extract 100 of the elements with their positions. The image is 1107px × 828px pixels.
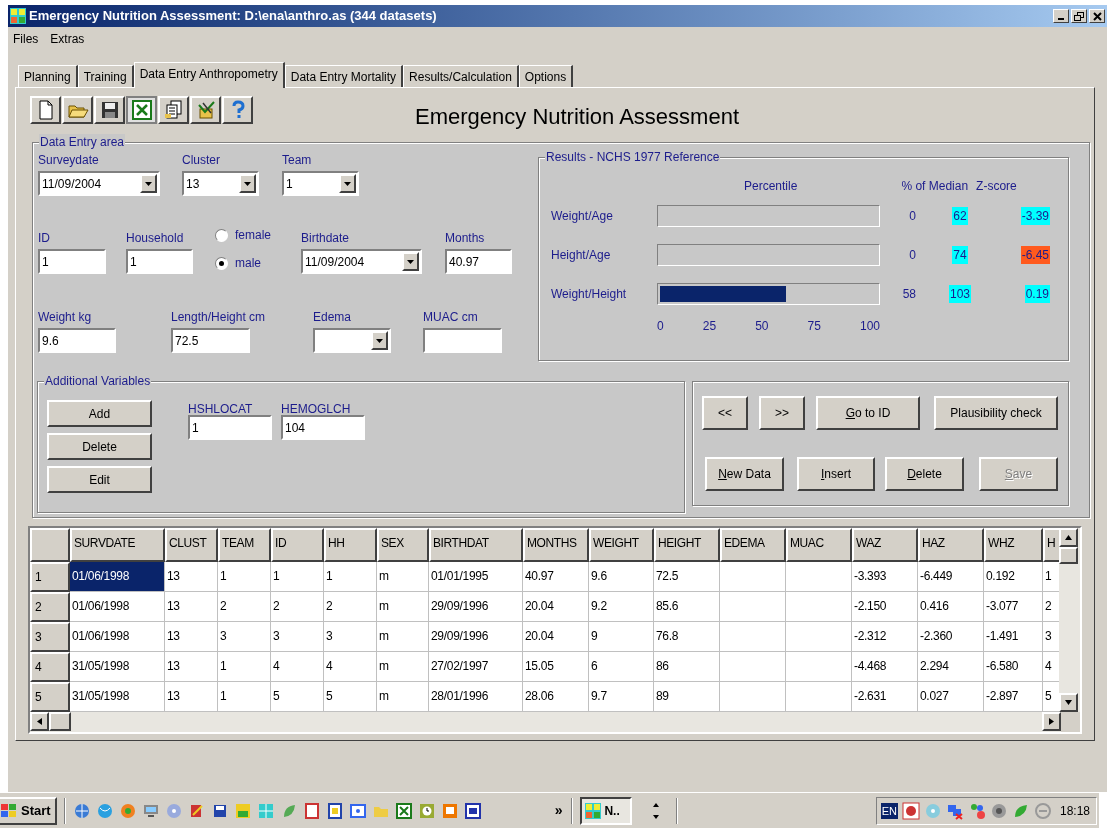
menu-item[interactable]: Files — [12, 30, 40, 48]
language-indicator[interactable]: EN — [880, 802, 898, 819]
taskbar-button[interactable]: N.. — [580, 796, 633, 825]
dropdown[interactable]: 11/09/2004 — [301, 249, 422, 274]
table-cell: 9.7 — [589, 682, 654, 712]
tab[interactable]: Training — [77, 65, 134, 87]
overflow-chevron[interactable]: » — [554, 800, 563, 821]
column-header[interactable]: SEX — [377, 528, 429, 562]
table-cell: 4 — [324, 652, 377, 682]
tab[interactable]: Data Entry Anthropometry — [133, 62, 285, 88]
spreadsheet-icon — [394, 801, 413, 820]
scroll-right-button[interactable] — [1042, 712, 1061, 731]
windows-flag-icon — [0, 802, 18, 819]
dropdown[interactable]: 1 — [282, 171, 359, 196]
table-cell: -3.393 — [852, 562, 918, 592]
radio-label: male — [235, 255, 261, 272]
column-header[interactable]: H — [1043, 528, 1060, 562]
table-cell — [720, 562, 786, 592]
column-header[interactable]: HH — [324, 528, 377, 562]
minimize-button[interactable] — [1053, 9, 1069, 23]
column-header[interactable]: SURVDATE — [70, 528, 165, 562]
column-header[interactable]: MUAC — [786, 528, 852, 562]
dropdown-arrow-button[interactable] — [339, 174, 356, 193]
column-header[interactable]: EDEMA — [720, 528, 786, 562]
nav-button[interactable]: >> — [759, 396, 805, 430]
text-field[interactable]: 9.6 — [38, 328, 116, 353]
text-field[interactable]: 72.5 — [171, 328, 250, 353]
dropdown-arrow-button[interactable] — [402, 252, 419, 271]
close-button[interactable] — [1089, 9, 1105, 23]
dropdown-arrow-button[interactable] — [140, 174, 157, 193]
tab[interactable]: Options — [518, 65, 574, 87]
zscore-value: 0.19 — [1024, 284, 1050, 303]
dropdown[interactable] — [313, 328, 391, 353]
scrollbar[interactable] — [30, 712, 1061, 732]
dropdown-arrow-button[interactable] — [371, 331, 388, 350]
column-header[interactable]: HAZ — [918, 528, 984, 562]
text-field[interactable]: 1 — [188, 415, 272, 440]
table-cell: 01/06/1998 — [70, 562, 165, 592]
table-cell: 9.6 — [589, 562, 654, 592]
scroll-thumb[interactable] — [49, 712, 71, 731]
table-cell: 0.192 — [984, 562, 1043, 592]
nav-button[interactable]: Insert — [797, 457, 875, 491]
radio-button[interactable] — [215, 256, 228, 270]
row-header[interactable]: 3 — [30, 622, 70, 652]
tab[interactable]: Planning — [18, 65, 78, 87]
close-icon — [1092, 11, 1102, 21]
column-header[interactable]: TEAM — [218, 528, 271, 562]
scroll-down-button[interactable] — [1059, 693, 1079, 712]
action-button[interactable]: Add — [47, 400, 152, 427]
nav-button[interactable]: New Data — [705, 457, 784, 491]
column-header[interactable]: ID — [271, 528, 324, 562]
scroll-up-button[interactable] — [1059, 528, 1079, 547]
table-cell: -2.897 — [984, 682, 1043, 712]
column-label: % of Median — [901, 178, 969, 195]
nav-button[interactable]: Go to ID — [816, 396, 920, 430]
tab[interactable]: Results/Calculation — [403, 65, 519, 87]
menu-item[interactable]: Extras — [49, 30, 86, 48]
scroll-left-button[interactable] — [30, 712, 49, 731]
row-header[interactable]: 5 — [30, 682, 70, 712]
text-field[interactable]: 104 — [281, 415, 365, 440]
table-cell — [720, 682, 786, 712]
column-header[interactable]: CLUST — [165, 528, 218, 562]
nav-button[interactable]: Plausibility check — [934, 396, 1058, 430]
column-header[interactable]: WAZ — [852, 528, 918, 562]
nav-button[interactable]: Delete — [885, 457, 964, 491]
dropdown-arrow-button[interactable] — [239, 174, 256, 193]
table-cell: 76.8 — [654, 622, 720, 652]
action-button[interactable]: Edit — [47, 466, 152, 493]
action-button[interactable]: Delete — [47, 433, 152, 460]
dropdown[interactable]: 13 — [182, 171, 259, 196]
table-cell: 15.05 — [523, 652, 589, 682]
scroll-thumb[interactable] — [1059, 547, 1079, 564]
radio-button[interactable] — [215, 228, 228, 242]
row-header[interactable]: 2 — [30, 592, 70, 622]
nav-button[interactable]: << — [702, 396, 748, 430]
scrollbar[interactable] — [1059, 528, 1080, 712]
start-button[interactable]: Start — [0, 796, 57, 825]
restore-button[interactable] — [1071, 9, 1087, 23]
field-label: MUAC cm — [423, 309, 478, 325]
column-header[interactable]: HEIGHT — [654, 528, 720, 562]
column-header[interactable]: WHZ — [984, 528, 1043, 562]
clock-icon — [417, 801, 436, 820]
row-header[interactable]: 4 — [30, 652, 70, 682]
text-field[interactable]: 40.97 — [445, 249, 512, 274]
dropdown[interactable]: 11/09/2004 — [38, 171, 160, 196]
row-header[interactable]: 1 — [30, 562, 70, 592]
table-cell: 1 — [324, 562, 377, 592]
text-field[interactable]: 1 — [126, 249, 193, 274]
table-cell: 31/05/1998 — [70, 682, 165, 712]
toolbar-button[interactable] — [126, 96, 157, 124]
table-cell: 01/06/1998 — [70, 622, 165, 652]
column-header[interactable]: WEIGHT — [589, 528, 654, 562]
column-header[interactable]: MONTHS — [523, 528, 589, 562]
text-field[interactable]: 1 — [38, 249, 106, 274]
column-header[interactable]: BIRTHDAT — [429, 528, 523, 562]
table-cell: 3 — [324, 622, 377, 652]
tab[interactable]: Data Entry Mortality — [284, 65, 404, 87]
table-cell: -3.077 — [984, 592, 1043, 622]
axis-tick-label: 50 — [755, 318, 769, 335]
text-field[interactable] — [423, 328, 502, 353]
